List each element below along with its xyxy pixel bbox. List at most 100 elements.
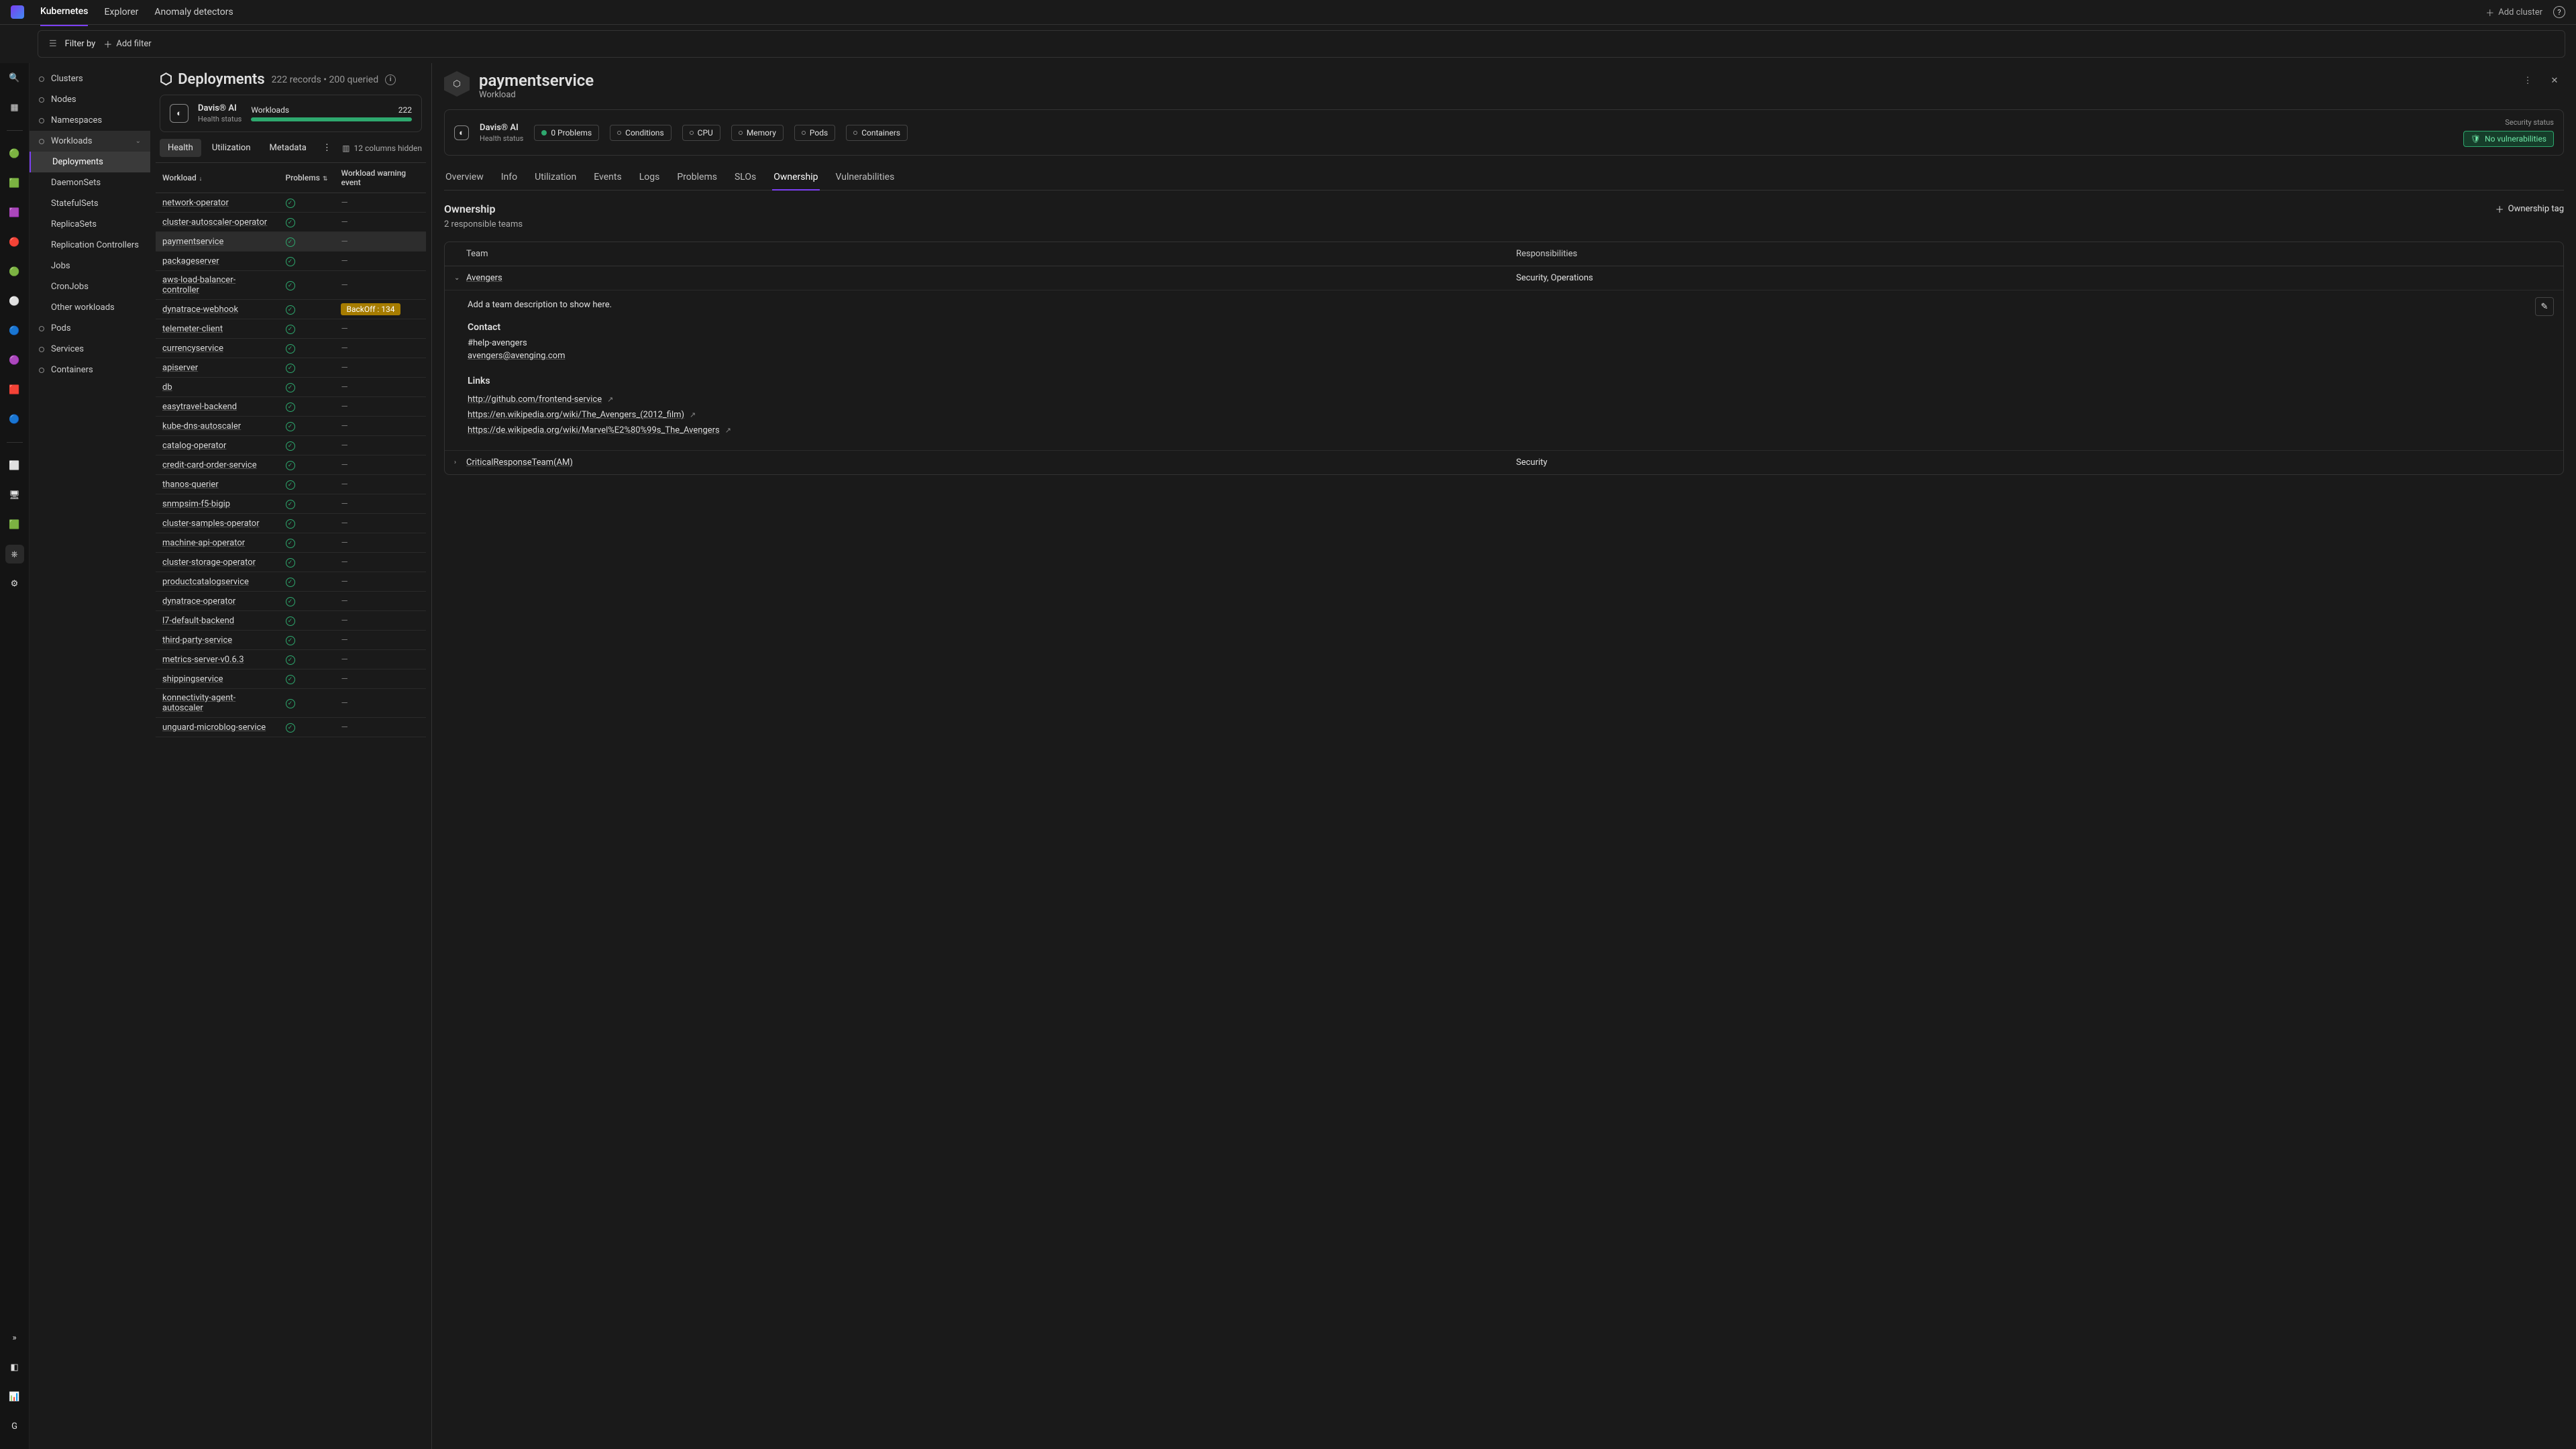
sidebar-nodes[interactable]: Nodes <box>30 89 150 110</box>
detail-menu-icon[interactable]: ⋮ <box>2518 71 2537 90</box>
apps-icon[interactable]: ▦ <box>5 98 24 117</box>
pill-problems[interactable]: 0 Problems <box>534 125 599 141</box>
table-row[interactable]: konnectivity-agent-autoscaler ✓ — <box>156 689 426 718</box>
workload-link[interactable]: credit-card-order-service <box>162 460 257 470</box>
rail-app-2-icon[interactable]: 🟩 <box>5 174 24 193</box>
table-row[interactable]: cluster-storage-operator ✓ — <box>156 553 426 572</box>
sidebar-cronjobs[interactable]: CronJobs <box>30 276 150 297</box>
info-icon[interactable]: i <box>385 74 396 85</box>
table-row[interactable]: kube-dns-autoscaler ✓ — <box>156 417 426 436</box>
workload-link[interactable]: catalog-operator <box>162 441 226 451</box>
workload-link[interactable]: apiserver <box>162 363 198 373</box>
table-row[interactable]: apiserver ✓ — <box>156 358 426 378</box>
workload-link[interactable]: third-party-service <box>162 635 232 645</box>
tab-logs[interactable]: Logs <box>638 165 661 190</box>
tab-utilization[interactable]: Utilization <box>533 165 578 190</box>
sidebar-statefulsets[interactable]: StatefulSets <box>30 193 150 214</box>
seg-metadata[interactable]: Metadata <box>262 139 315 157</box>
help-icon[interactable]: ? <box>2553 6 2565 18</box>
expand-rail-icon[interactable]: » <box>5 1328 24 1347</box>
rail-tool-4-icon[interactable]: ⚙ <box>5 574 24 593</box>
tab-info[interactable]: Info <box>500 165 519 190</box>
davis-health-card[interactable]: ◐ Davis® AI Health status Workloads 222 <box>160 95 422 132</box>
pill-cpu[interactable]: CPU <box>682 125 720 141</box>
seg-utilization[interactable]: Utilization <box>204 139 259 157</box>
edit-icon[interactable]: ✎ <box>2535 297 2554 316</box>
workload-link[interactable]: easytravel-backend <box>162 402 237 412</box>
external-link[interactable]: https://en.wikipedia.org/wiki/The_Avenge… <box>468 410 684 420</box>
table-row[interactable]: credit-card-order-service ✓ — <box>156 455 426 475</box>
workload-link[interactable]: kube-dns-autoscaler <box>162 421 241 431</box>
sidebar-deployments[interactable]: Deployments <box>30 152 150 172</box>
workload-link[interactable]: aws-load-balancer-controller <box>162 275 235 295</box>
rail-k8s-icon[interactable]: ⎈ <box>5 545 24 564</box>
sidebar-namespaces[interactable]: Namespaces <box>30 110 150 131</box>
table-row[interactable]: snmpsim-f5-bigip ✓ — <box>156 494 426 514</box>
rail-avatar-icon[interactable]: G <box>5 1417 24 1436</box>
app-logo-icon[interactable] <box>11 5 24 19</box>
workload-link[interactable]: cluster-samples-operator <box>162 519 260 529</box>
workload-link[interactable]: network-operator <box>162 198 229 208</box>
sidebar-daemonsets[interactable]: DaemonSets <box>30 172 150 193</box>
nav-kubernetes[interactable]: Kubernetes <box>40 6 88 26</box>
pill-pods[interactable]: Pods <box>794 125 835 141</box>
external-link[interactable]: http://github.com/frontend-service <box>468 394 602 405</box>
rail-app-9-icon[interactable]: 🟥 <box>5 380 24 399</box>
col-problems[interactable]: Problems⇅ <box>279 163 335 193</box>
workload-link[interactable]: unguard-microblog-service <box>162 722 266 733</box>
tab-slos[interactable]: SLOs <box>733 165 757 190</box>
pill-containers[interactable]: Containers <box>846 125 908 141</box>
team-name-link[interactable]: CriticalResponseTeam(AM) <box>466 458 1516 468</box>
sidebar-jobs[interactable]: Jobs <box>30 256 150 276</box>
col-workload[interactable]: Workload↓ <box>156 163 279 193</box>
col-warning[interactable]: Workload warning event <box>334 163 426 193</box>
workload-link[interactable]: thanos-querier <box>162 480 219 490</box>
sidebar-other-workloads[interactable]: Other workloads <box>30 297 150 318</box>
table-row[interactable]: paymentservice ✓ — <box>156 232 426 252</box>
sidebar-workloads[interactable]: Workloads⌄ <box>30 131 150 152</box>
pill-memory[interactable]: Memory <box>731 125 784 141</box>
table-row[interactable]: third-party-service ✓ — <box>156 631 426 650</box>
table-row[interactable]: cluster-autoscaler-operator ✓ — <box>156 213 426 232</box>
tab-ownership[interactable]: Ownership <box>772 165 819 191</box>
workload-link[interactable]: machine-api-operator <box>162 538 245 548</box>
workload-link[interactable]: dynatrace-webhook <box>162 305 238 315</box>
rail-app-6-icon[interactable]: ⚪ <box>5 292 24 311</box>
sidebar-pods[interactable]: Pods <box>30 318 150 339</box>
pill-conditions[interactable]: Conditions <box>610 125 671 141</box>
workload-link[interactable]: currencyservice <box>162 343 223 354</box>
columns-hidden-button[interactable]: ▥ 12 columns hidden <box>342 144 422 153</box>
team-row[interactable]: ⌄ Avengers Security, Operations <box>445 266 2563 290</box>
sidebar-services[interactable]: Services <box>30 339 150 360</box>
add-cluster-button[interactable]: ＋ Add cluster <box>2485 6 2542 19</box>
tab-overview[interactable]: Overview <box>444 165 485 190</box>
workload-link[interactable]: dynatrace-operator <box>162 596 235 606</box>
workload-link[interactable]: packageserver <box>162 256 219 266</box>
sidebar-clusters[interactable]: Clusters <box>30 68 150 89</box>
workload-link[interactable]: db <box>162 382 172 392</box>
rail-tool-2-icon[interactable]: 🖥 <box>5 486 24 504</box>
team-row[interactable]: › CriticalResponseTeam(AM) Security <box>445 451 2563 474</box>
table-row[interactable]: metrics-server-v0.6.3 ✓ — <box>156 650 426 669</box>
sidebar-replicasets[interactable]: ReplicaSets <box>30 214 150 235</box>
table-row[interactable]: easytravel-backend ✓ — <box>156 397 426 417</box>
rail-app-10-icon[interactable]: 🔵 <box>5 410 24 429</box>
workload-link[interactable]: cluster-storage-operator <box>162 557 256 568</box>
workload-link[interactable]: snmpsim-f5-bigip <box>162 499 230 509</box>
rail-app-7-icon[interactable]: 🔵 <box>5 321 24 340</box>
table-row[interactable]: unguard-microblog-service ✓ — <box>156 718 426 737</box>
workload-link[interactable]: cluster-autoscaler-operator <box>162 217 267 227</box>
rail-app-4-icon[interactable]: 🔴 <box>5 233 24 252</box>
rail-app-5-icon[interactable]: 🟢 <box>5 262 24 281</box>
rail-app-3-icon[interactable]: 🟪 <box>5 203 24 222</box>
table-row[interactable]: currencyservice ✓ — <box>156 339 426 358</box>
table-row[interactable]: machine-api-operator ✓ — <box>156 533 426 553</box>
table-row[interactable]: l7-default-backend ✓ — <box>156 611 426 631</box>
table-row[interactable]: shippingservice ✓ — <box>156 669 426 689</box>
table-row[interactable]: network-operator ✓ — <box>156 193 426 213</box>
team-name-link[interactable]: Avengers <box>466 273 1516 283</box>
rail-tool-1-icon[interactable]: ⬜ <box>5 456 24 475</box>
table-row[interactable]: telemeter-client ✓ — <box>156 319 426 339</box>
add-filter-button[interactable]: ＋ Add filter <box>103 38 151 50</box>
table-row[interactable]: productcatalogservice ✓ — <box>156 572 426 592</box>
